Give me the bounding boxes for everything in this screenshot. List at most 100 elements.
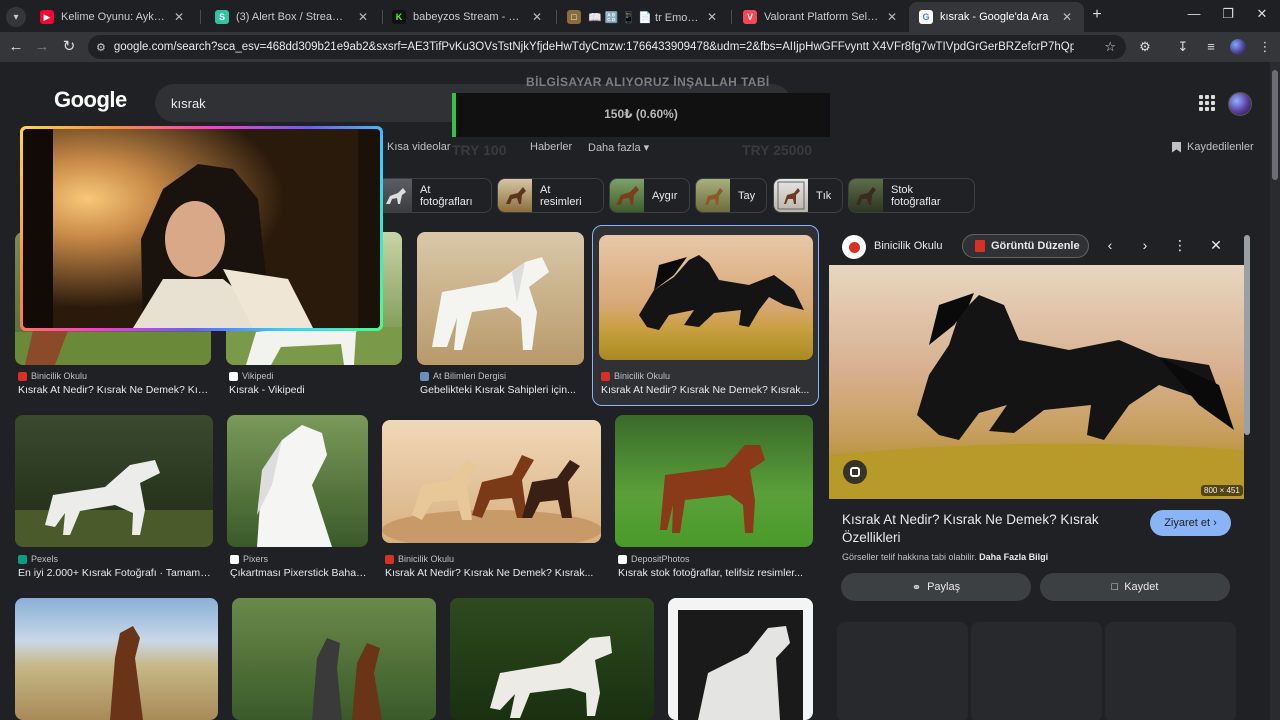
- back-icon[interactable]: ←: [7, 39, 25, 55]
- restore-icon[interactable]: ❐: [1218, 6, 1238, 22]
- chip-at-resimleri[interactable]: At resimleri: [497, 178, 604, 213]
- edit-image-button[interactable]: Görüntü Düzenle: [962, 234, 1089, 258]
- close-tab-icon[interactable]: ✕: [356, 10, 370, 24]
- result-source[interactable]: Binicilik Okulu: [601, 371, 670, 381]
- panel-scrollbar[interactable]: [1244, 235, 1250, 435]
- account-avatar[interactable]: [1228, 92, 1252, 116]
- result-source[interactable]: At Bilimleri Dergisi: [420, 371, 506, 381]
- result-title[interactable]: Çıkartması Pixerstick Bahar...: [230, 567, 367, 579]
- new-tab-icon[interactable]: +: [1088, 6, 1106, 24]
- save-button[interactable]: □ Kaydet: [1040, 573, 1230, 601]
- profile-avatar[interactable]: [1230, 39, 1246, 55]
- result-image-selected[interactable]: [599, 235, 813, 360]
- bookmark-icon: [1172, 141, 1181, 153]
- tab-news[interactable]: Haberler: [530, 141, 572, 153]
- forward-icon[interactable]: →: [33, 39, 51, 55]
- site-favicon-icon: [18, 371, 27, 381]
- result-source[interactable]: Vikipedi: [229, 371, 273, 381]
- result-image[interactable]: [15, 415, 213, 547]
- google-apps-icon[interactable]: [1199, 95, 1215, 111]
- result-image[interactable]: [615, 415, 813, 547]
- tab-kelime-oyunu[interactable]: ▶ Kelime Oyunu: Aykut Elmas Kel ✕: [30, 4, 196, 30]
- previous-icon[interactable]: ‹: [1102, 237, 1118, 253]
- goal-value: 150₺ (0.60%): [604, 107, 678, 121]
- minimize-icon[interactable]: —: [1184, 6, 1204, 21]
- result-image[interactable]: [382, 420, 601, 543]
- tab-title: babeyzos Stream - Watch Live: [413, 11, 524, 23]
- result-image[interactable]: [450, 598, 654, 720]
- valorant-icon: V: [743, 10, 757, 24]
- reload-icon[interactable]: ↻: [60, 39, 78, 55]
- source-name: Vikipedi: [242, 371, 274, 381]
- chip-at-fotograflari[interactable]: At fotoğrafları: [377, 178, 492, 213]
- bookmark-icon: □: [1111, 581, 1119, 593]
- close-window-icon[interactable]: ✕: [1252, 6, 1272, 22]
- copyright-text: Görseller telif hakkına tabi olabilir.: [842, 552, 977, 562]
- result-source[interactable]: Pexels: [18, 554, 58, 564]
- tab-kick-stream[interactable]: K babeyzos Stream - Watch Live ✕: [382, 4, 554, 30]
- result-image[interactable]: [417, 232, 584, 365]
- next-icon[interactable]: ›: [1137, 237, 1153, 253]
- tab-short-videos[interactable]: Kısa videolar: [387, 141, 451, 153]
- panel-title[interactable]: Kısrak At Nedir? Kısrak Ne Demek? Kısrak…: [842, 511, 1142, 547]
- result-image[interactable]: [668, 598, 813, 720]
- close-tab-icon[interactable]: ✕: [172, 10, 186, 24]
- preview-image[interactable]: [829, 265, 1244, 499]
- result-title[interactable]: En iyi 2.000+ Kısrak Fotoğrafı · Tamamen…: [18, 567, 212, 579]
- result-source[interactable]: Binicilik Okulu: [18, 371, 87, 381]
- tab-more[interactable]: Daha fazla ▾: [588, 141, 649, 154]
- menu-icon[interactable]: ⋮: [1256, 39, 1274, 55]
- result-image[interactable]: [15, 598, 218, 720]
- bookmark-star-icon[interactable]: ☆: [1104, 39, 1116, 55]
- page-scrollbar[interactable]: [1270, 62, 1280, 720]
- tab-google-search[interactable]: G kısrak - Google'da Ara ✕: [909, 2, 1084, 32]
- close-tab-icon[interactable]: ✕: [530, 10, 544, 24]
- streamlabs-icon: S: [215, 10, 229, 24]
- chip-tay[interactable]: Tay: [695, 178, 767, 213]
- result-source[interactable]: Binicilik Okulu: [385, 554, 454, 564]
- chip-aygir[interactable]: Aygır: [609, 178, 690, 213]
- result-source[interactable]: Pixers: [230, 554, 268, 564]
- site-favicon-icon: [842, 235, 866, 259]
- source-name: Binicilik Okulu: [398, 554, 455, 564]
- more-options-icon[interactable]: ⋮: [1172, 237, 1188, 253]
- saved-link[interactable]: Kaydedilenler: [1172, 141, 1254, 153]
- result-title[interactable]: Kısrak At Nedir? Kısrak Ne Demek? Kısrak…: [601, 384, 811, 396]
- result-title[interactable]: Kısrak At Nedir? Kısrak Ne Demek? Kısrak…: [18, 384, 210, 396]
- chip-stok-fotograflar[interactable]: Stok fotoğraflar: [848, 178, 975, 213]
- result-image[interactable]: [227, 415, 368, 547]
- downloads-icon[interactable]: ↧: [1174, 39, 1192, 55]
- lens-search-icon[interactable]: [843, 460, 867, 484]
- tab-title: Kelime Oyunu: Aykut Elmas Kel: [61, 11, 166, 23]
- chip-tik[interactable]: Tık: [773, 178, 843, 213]
- tab-valorant[interactable]: V Valorant Platform Selection ✕: [733, 4, 909, 30]
- url-text[interactable]: google.com/search?sca_esv=468dd309b21e9a…: [114, 41, 1074, 53]
- more-info-link[interactable]: Daha Fazla Bilgi: [979, 552, 1048, 562]
- share-button[interactable]: ⚭ Paylaş: [841, 573, 1031, 601]
- close-tab-icon[interactable]: ✕: [885, 10, 899, 24]
- tab-title: Valorant Platform Selection: [764, 11, 879, 23]
- result-title[interactable]: Gebelikteki Kısrak Sahipleri için...: [420, 384, 583, 396]
- tab-emoji-keyboard[interactable]: □ 📖 🔠 📱 📄 tr Emoji Klavye: Tüm ✕: [557, 4, 729, 30]
- close-panel-icon[interactable]: ✕: [1208, 237, 1224, 253]
- address-bar[interactable]: ⚙ google.com/search?sca_esv=468dd309b21e…: [88, 35, 1126, 59]
- panel-site-name[interactable]: Binicilik Okulu: [874, 240, 942, 252]
- result-title[interactable]: Kısrak At Nedir? Kısrak Ne Demek? Kısrak…: [385, 567, 597, 579]
- visit-button[interactable]: Ziyaret et ›: [1150, 510, 1231, 536]
- tab-streamlabs[interactable]: S (3) Alert Box / Streamlabs ✕: [205, 4, 380, 30]
- goal-min: TRY 100: [452, 142, 507, 158]
- close-tab-icon[interactable]: ✕: [705, 10, 719, 24]
- close-tab-icon[interactable]: ✕: [1060, 10, 1074, 24]
- chip-label: Aygır: [652, 189, 678, 202]
- emoji-icon: □: [567, 10, 581, 24]
- result-image[interactable]: [232, 598, 436, 720]
- search-query-text[interactable]: kısrak: [171, 96, 206, 111]
- google-logo[interactable]: Google: [54, 87, 127, 113]
- extensions-icon[interactable]: ⚙: [1136, 39, 1154, 55]
- tab-search-icon[interactable]: ▾: [6, 7, 26, 27]
- result-title[interactable]: Kısrak - Vikipedi: [229, 384, 401, 396]
- site-settings-icon[interactable]: ⚙: [96, 41, 106, 54]
- result-source[interactable]: DepositPhotos: [618, 554, 690, 564]
- media-controls-icon[interactable]: ≡: [1202, 39, 1220, 54]
- result-title[interactable]: Kısrak stok fotoğraflar, telifsiz resiml…: [618, 567, 812, 579]
